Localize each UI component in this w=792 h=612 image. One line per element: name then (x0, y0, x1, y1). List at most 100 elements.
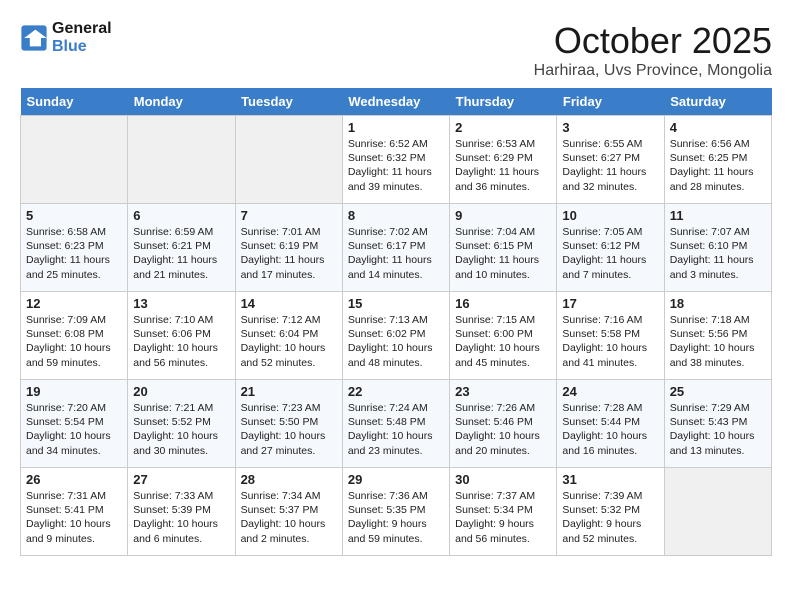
calendar-cell: 21 Sunrise: 7:23 AM Sunset: 5:50 PM Dayli… (235, 380, 342, 468)
calendar-cell: 13 Sunrise: 7:10 AM Sunset: 6:06 PM Dayli… (128, 292, 235, 380)
calendar-cell: 5 Sunrise: 6:58 AM Sunset: 6:23 PM Daylig… (21, 204, 128, 292)
day-number: 16 (455, 296, 551, 311)
calendar-cell: 17 Sunrise: 7:16 AM Sunset: 5:58 PM Dayli… (557, 292, 664, 380)
day-number: 9 (455, 208, 551, 223)
day-content: Sunrise: 7:21 AM Sunset: 5:52 PM Dayligh… (133, 401, 229, 458)
day-header-tuesday: Tuesday (235, 88, 342, 116)
day-header-thursday: Thursday (450, 88, 557, 116)
logo-icon (20, 24, 48, 52)
day-number: 8 (348, 208, 444, 223)
calendar-cell: 22 Sunrise: 7:24 AM Sunset: 5:48 PM Dayli… (342, 380, 449, 468)
day-content: Sunrise: 7:18 AM Sunset: 5:56 PM Dayligh… (670, 313, 766, 370)
day-number: 18 (670, 296, 766, 311)
calendar-cell: 28 Sunrise: 7:34 AM Sunset: 5:37 PM Dayli… (235, 468, 342, 556)
calendar-cell: 11 Sunrise: 7:07 AM Sunset: 6:10 PM Dayli… (664, 204, 771, 292)
week-row-4: 19Sunrise: 7:20 AM Sunset: 5:54 PM Dayli… (21, 380, 772, 468)
day-number: 20 (133, 384, 229, 399)
calendar-cell: 7 Sunrise: 7:01 AM Sunset: 6:19 PM Daylig… (235, 204, 342, 292)
calendar-cell: 1Sunrise: 6:52 AM Sunset: 6:32 PM Daylig… (342, 116, 449, 204)
calendar-cell: 27 Sunrise: 7:33 AM Sunset: 5:39 PM Dayli… (128, 468, 235, 556)
calendar-cell: 4Sunrise: 6:56 AM Sunset: 6:25 PM Daylig… (664, 116, 771, 204)
title-section: October 2025 Harhiraa, Uvs Province, Mon… (534, 20, 772, 80)
day-number: 13 (133, 296, 229, 311)
day-content: Sunrise: 7:07 AM Sunset: 6:10 PM Dayligh… (670, 225, 766, 282)
day-number: 6 (133, 208, 229, 223)
day-number: 28 (241, 472, 337, 487)
calendar-cell: 25Sunrise: 7:29 AM Sunset: 5:43 PM Dayli… (664, 380, 771, 468)
location: Harhiraa, Uvs Province, Mongolia (534, 62, 772, 80)
calendar-cell: 26 Sunrise: 7:31 AM Sunset: 5:41 PM Dayli… (21, 468, 128, 556)
day-number: 11 (670, 208, 766, 223)
page-header: General Blue October 2025 Harhiraa, Uvs … (20, 20, 772, 80)
day-number: 30 (455, 472, 551, 487)
calendar-cell: 31 Sunrise: 7:39 AM Sunset: 5:32 PM Dayli… (557, 468, 664, 556)
day-content: Sunrise: 7:23 AM Sunset: 5:50 PM Dayligh… (241, 401, 337, 458)
day-number: 27 (133, 472, 229, 487)
week-row-1: 1Sunrise: 6:52 AM Sunset: 6:32 PM Daylig… (21, 116, 772, 204)
day-content: Sunrise: 7:10 AM Sunset: 6:06 PM Dayligh… (133, 313, 229, 370)
day-content: Sunrise: 6:58 AM Sunset: 6:23 PM Dayligh… (26, 225, 122, 282)
day-content: Sunrise: 7:15 AM Sunset: 6:00 PM Dayligh… (455, 313, 551, 370)
calendar-cell: 6 Sunrise: 6:59 AM Sunset: 6:21 PM Daylig… (128, 204, 235, 292)
day-number: 10 (562, 208, 658, 223)
calendar-cell: 19Sunrise: 7:20 AM Sunset: 5:54 PM Dayli… (21, 380, 128, 468)
day-number: 26 (26, 472, 122, 487)
header-row: SundayMondayTuesdayWednesdayThursdayFrid… (21, 88, 772, 116)
week-row-5: 26 Sunrise: 7:31 AM Sunset: 5:41 PM Dayli… (21, 468, 772, 556)
calendar-cell: 24 Sunrise: 7:28 AM Sunset: 5:44 PM Dayli… (557, 380, 664, 468)
day-content: Sunrise: 6:59 AM Sunset: 6:21 PM Dayligh… (133, 225, 229, 282)
calendar-cell: 20 Sunrise: 7:21 AM Sunset: 5:52 PM Dayli… (128, 380, 235, 468)
day-content: Sunrise: 7:01 AM Sunset: 6:19 PM Dayligh… (241, 225, 337, 282)
calendar-cell: 16 Sunrise: 7:15 AM Sunset: 6:00 PM Dayli… (450, 292, 557, 380)
day-content: Sunrise: 7:37 AM Sunset: 5:34 PM Dayligh… (455, 489, 551, 546)
day-content: Sunrise: 7:39 AM Sunset: 5:32 PM Dayligh… (562, 489, 658, 546)
calendar-cell: 9Sunrise: 7:04 AM Sunset: 6:15 PM Daylig… (450, 204, 557, 292)
calendar-cell (664, 468, 771, 556)
calendar-table: SundayMondayTuesdayWednesdayThursdayFrid… (20, 88, 772, 556)
day-content: Sunrise: 7:05 AM Sunset: 6:12 PM Dayligh… (562, 225, 658, 282)
day-number: 3 (562, 120, 658, 135)
day-header-sunday: Sunday (21, 88, 128, 116)
day-number: 5 (26, 208, 122, 223)
day-number: 24 (562, 384, 658, 399)
day-number: 31 (562, 472, 658, 487)
day-content: Sunrise: 7:13 AM Sunset: 6:02 PM Dayligh… (348, 313, 444, 370)
calendar-cell: 10 Sunrise: 7:05 AM Sunset: 6:12 PM Dayli… (557, 204, 664, 292)
calendar-cell: 12Sunrise: 7:09 AM Sunset: 6:08 PM Dayli… (21, 292, 128, 380)
day-content: Sunrise: 6:53 AM Sunset: 6:29 PM Dayligh… (455, 137, 551, 194)
calendar-cell: 14Sunrise: 7:12 AM Sunset: 6:04 PM Dayli… (235, 292, 342, 380)
day-number: 14 (241, 296, 337, 311)
day-number: 22 (348, 384, 444, 399)
calendar-cell: 2 Sunrise: 6:53 AM Sunset: 6:29 PM Daylig… (450, 116, 557, 204)
logo: General Blue (20, 20, 112, 56)
day-number: 7 (241, 208, 337, 223)
calendar-cell (128, 116, 235, 204)
day-content: Sunrise: 7:26 AM Sunset: 5:46 PM Dayligh… (455, 401, 551, 458)
calendar-cell: 30 Sunrise: 7:37 AM Sunset: 5:34 PM Dayli… (450, 468, 557, 556)
day-content: Sunrise: 7:31 AM Sunset: 5:41 PM Dayligh… (26, 489, 122, 546)
day-content: Sunrise: 7:33 AM Sunset: 5:39 PM Dayligh… (133, 489, 229, 546)
day-number: 17 (562, 296, 658, 311)
day-number: 15 (348, 296, 444, 311)
day-content: Sunrise: 7:02 AM Sunset: 6:17 PM Dayligh… (348, 225, 444, 282)
calendar-cell: 3 Sunrise: 6:55 AM Sunset: 6:27 PM Daylig… (557, 116, 664, 204)
calendar-cell: 29Sunrise: 7:36 AM Sunset: 5:35 PM Dayli… (342, 468, 449, 556)
day-header-friday: Friday (557, 88, 664, 116)
day-header-saturday: Saturday (664, 88, 771, 116)
calendar-cell: 18 Sunrise: 7:18 AM Sunset: 5:56 PM Dayli… (664, 292, 771, 380)
day-content: Sunrise: 7:09 AM Sunset: 6:08 PM Dayligh… (26, 313, 122, 370)
day-content: Sunrise: 6:55 AM Sunset: 6:27 PM Dayligh… (562, 137, 658, 194)
week-row-2: 5 Sunrise: 6:58 AM Sunset: 6:23 PM Daylig… (21, 204, 772, 292)
day-number: 2 (455, 120, 551, 135)
calendar-cell: 8 Sunrise: 7:02 AM Sunset: 6:17 PM Daylig… (342, 204, 449, 292)
calendar-cell (235, 116, 342, 204)
day-number: 19 (26, 384, 122, 399)
day-content: Sunrise: 7:16 AM Sunset: 5:58 PM Dayligh… (562, 313, 658, 370)
logo-text: General Blue (52, 20, 112, 56)
day-number: 21 (241, 384, 337, 399)
day-content: Sunrise: 7:24 AM Sunset: 5:48 PM Dayligh… (348, 401, 444, 458)
day-content: Sunrise: 7:28 AM Sunset: 5:44 PM Dayligh… (562, 401, 658, 458)
month-title: October 2025 (534, 20, 772, 62)
day-content: Sunrise: 7:34 AM Sunset: 5:37 PM Dayligh… (241, 489, 337, 546)
day-number: 25 (670, 384, 766, 399)
